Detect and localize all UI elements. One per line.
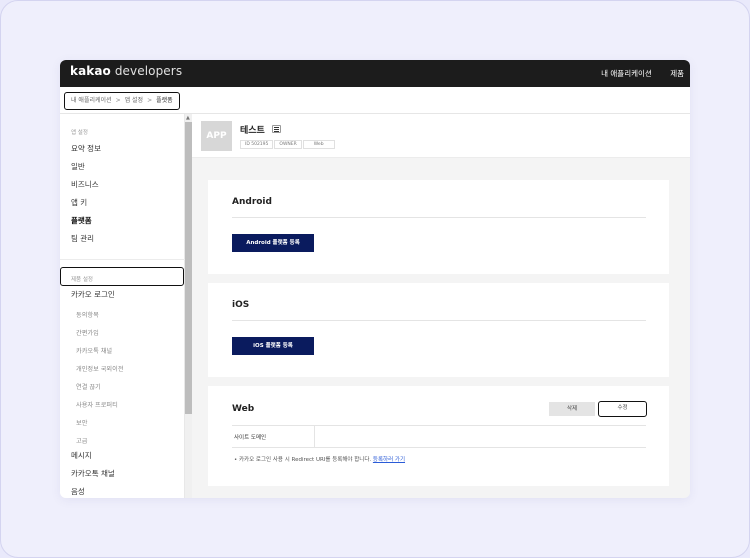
- android-register-button[interactable]: Android 플랫폼 등록: [232, 234, 314, 252]
- sidebar-item-business[interactable]: 비즈니스: [71, 177, 99, 193]
- sidebar: 앱 설정 요약 정보 일반 비즈니스 앱 키 플랫폼 팀 관리 제품 설정 카카…: [60, 114, 185, 498]
- app-role-tag: OWNER: [274, 140, 302, 149]
- redirect-uri-note-text: • 카카오 로그인 사용 시 Redirect URI를 등록해야 합니다.: [234, 457, 372, 463]
- scrollbar-thumb[interactable]: [185, 122, 192, 414]
- delete-button[interactable]: 삭제: [549, 402, 595, 416]
- ios-register-button[interactable]: iOS 플랫폼 등록: [232, 337, 314, 355]
- sidebar-item-general[interactable]: 일반: [71, 159, 85, 175]
- site-domain-row: 사이트 도메인: [232, 425, 646, 448]
- sidebar-item-kakao-login[interactable]: 카카오 로그인: [71, 287, 115, 303]
- sidebar-item-voice[interactable]: 음성: [71, 484, 85, 498]
- site-domain-label: 사이트 도메인: [234, 435, 267, 441]
- brand-name-rest: developers: [110, 64, 183, 78]
- app-tags: ID 502195 OWNER Web: [240, 140, 336, 149]
- app-name: 테스트: [240, 126, 265, 136]
- sidebar-subitem-simple-signup[interactable]: 간편가입: [76, 328, 99, 337]
- breadcrumb-bar: 내 애플리케이션 > 앱 설정 > 플랫폼: [60, 87, 690, 114]
- sidebar-subitem-privacy-transfer[interactable]: 개인정보 국외이전: [76, 364, 124, 373]
- ios-title: iOS: [232, 300, 250, 310]
- sidebar-item-team[interactable]: 팀 관리: [71, 231, 94, 247]
- sidebar-section-app-settings: 앱 설정: [71, 130, 88, 136]
- sidebar-item-platform[interactable]: 플랫폼: [71, 213, 92, 229]
- brand-name-bold: kakao: [70, 64, 111, 78]
- android-platform-card: Android Android 플랫폼 등록: [208, 180, 669, 274]
- breadcrumb: 내 애플리케이션 > 앱 설정 > 플랫폼: [64, 92, 180, 110]
- sidebar-scrollbar[interactable]: ▲: [185, 114, 192, 498]
- sidebar-subitem-advanced[interactable]: 고급: [76, 436, 87, 445]
- app-id-tag: ID 502195: [240, 140, 274, 149]
- android-title: Android: [232, 197, 272, 207]
- ios-divider: [232, 320, 646, 321]
- sidebar-section-product-settings: 제품 설정: [71, 277, 93, 283]
- breadcrumb-platform: 플랫폼: [156, 97, 173, 104]
- breadcrumb-my-apps[interactable]: 내 애플리케이션: [71, 97, 112, 104]
- app-list-icon[interactable]: [272, 125, 281, 133]
- nav-my-apps[interactable]: 내 애플리케이션: [601, 69, 652, 78]
- top-navigation-bar: kakao developers 내 애플리케이션 제품: [60, 60, 690, 87]
- nav-products[interactable]: 제품: [670, 69, 684, 78]
- web-title: Web: [232, 404, 255, 414]
- sidebar-item-kakaotalk-channel[interactable]: 카카오톡 채널: [71, 466, 115, 482]
- app-header: APP 테스트 ID 502195 OWNER Web: [192, 114, 690, 158]
- breadcrumb-separator: >: [115, 97, 121, 104]
- sidebar-subitem-kakaotalk-channel[interactable]: 카카오톡 채널: [76, 346, 112, 355]
- browser-window: kakao developers 내 애플리케이션 제품 내 애플리케이션 > 앱 …: [60, 60, 690, 498]
- sidebar-subitem-unlink[interactable]: 연결 끊기: [76, 382, 101, 391]
- breadcrumb-separator: >: [147, 97, 153, 104]
- ios-platform-card: iOS iOS 플랫폼 등록: [208, 283, 669, 377]
- top-nav-menu: 내 애플리케이션 제품: [585, 68, 684, 79]
- sidebar-divider: [60, 259, 185, 260]
- redirect-uri-note: • 카카오 로그인 사용 시 Redirect URI를 등록해야 합니다. 등…: [234, 455, 405, 463]
- main-content: APP 테스트 ID 502195 OWNER Web Android Androi…: [192, 114, 690, 498]
- sidebar-item-summary[interactable]: 요약 정보: [71, 141, 101, 157]
- sidebar-subitem-consent[interactable]: 동의항목: [76, 310, 99, 319]
- sidebar-subitem-security[interactable]: 보안: [76, 418, 87, 427]
- edit-button[interactable]: 수정: [598, 401, 647, 417]
- sidebar-subitem-user-property[interactable]: 사용자 프로퍼티: [76, 400, 118, 409]
- site-domain-divider: [314, 425, 315, 448]
- register-redirect-link[interactable]: 등록하러 가기: [373, 457, 405, 463]
- web-platform-card: Web 삭제 수정 사이트 도메인 • 카카오 로그인 사용 시 Redirec…: [208, 386, 669, 486]
- sidebar-item-app-keys[interactable]: 앱 키: [71, 195, 87, 211]
- sidebar-item-message[interactable]: 메시지: [71, 448, 92, 464]
- android-divider: [232, 217, 646, 218]
- breadcrumb-app-settings[interactable]: 앱 설정: [125, 97, 143, 104]
- app-thumbnail: APP: [201, 121, 232, 151]
- site-domain-value-redacted: [320, 432, 436, 438]
- scroll-up-arrow-icon[interactable]: ▲: [186, 115, 190, 121]
- app-platform-tag: Web: [302, 140, 335, 149]
- kakao-developers-logo[interactable]: kakao developers: [70, 64, 182, 78]
